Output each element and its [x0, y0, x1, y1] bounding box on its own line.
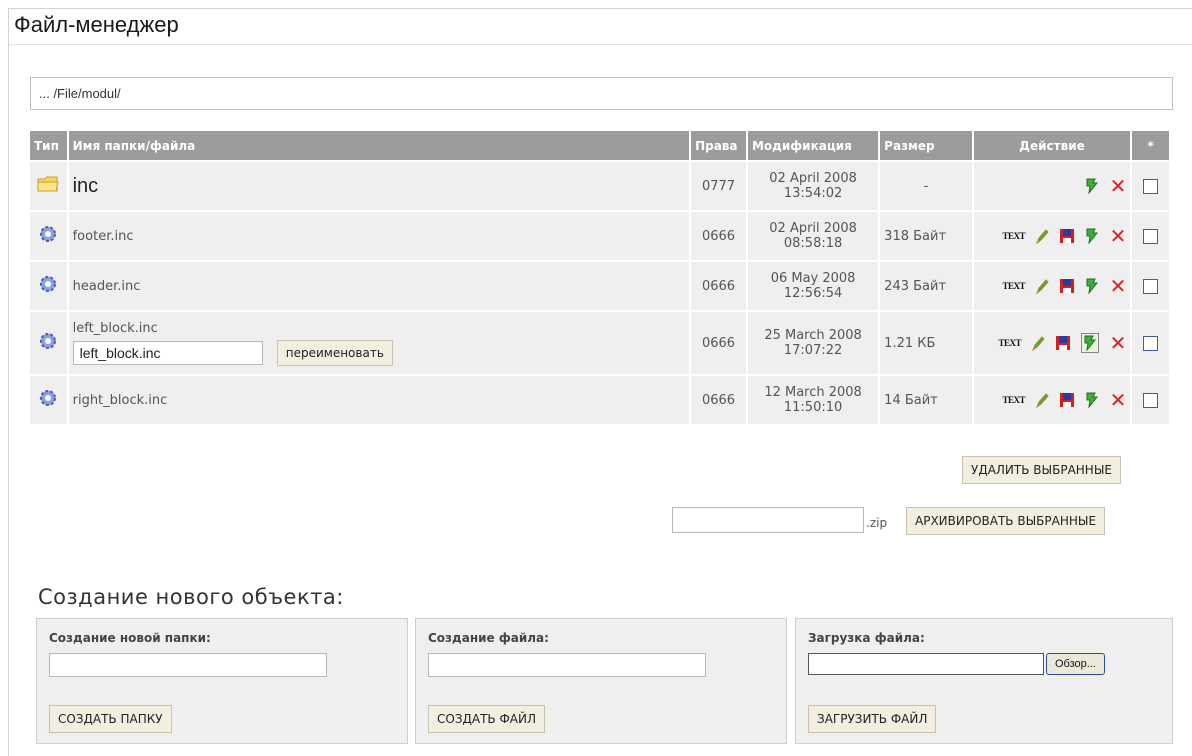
delete-icon[interactable]: ✕ — [1110, 226, 1127, 246]
table-row: right_block.inc 0666 12 March 2008 11:50:… — [30, 376, 1169, 424]
text-view-icon[interactable]: TEXT — [1003, 281, 1026, 291]
col-select: * — [1132, 131, 1169, 160]
table-row: footer.inc 0666 02 April 2008 08:58:18 31… — [30, 212, 1169, 260]
delete-icon[interactable]: ✕ — [1110, 390, 1127, 410]
mod-date: 06 May 2008 — [770, 271, 856, 286]
edit-pencil-icon[interactable] — [1035, 228, 1049, 244]
create-file-panel: Создание файла: СОЗДАТЬ ФАЙЛ — [415, 618, 787, 744]
row-checkbox[interactable] — [1143, 228, 1159, 244]
col-size: Размер — [880, 131, 972, 160]
col-name: Имя папки/файла — [68, 131, 690, 160]
table-row: left_block.inc переименовать 0666 25 Mar… — [30, 312, 1169, 374]
perms-cell: 0666 — [691, 312, 746, 374]
gear-file-icon — [40, 390, 57, 406]
text-view-icon[interactable]: TEXT — [1003, 231, 1026, 241]
col-perms: Права — [691, 131, 746, 160]
mod-date: 02 April 2008 — [769, 221, 857, 236]
rename-icon — [1084, 335, 1097, 351]
delete-icon[interactable]: ✕ — [1110, 176, 1127, 196]
gear-file-icon — [40, 276, 57, 292]
upload-file-label: Загрузка файла: — [808, 631, 925, 645]
file-table: Тип Имя папки/файла Права Модификация Ра… — [28, 129, 1171, 426]
gear-file-icon — [40, 333, 57, 349]
mod-time: 17:07:22 — [783, 343, 843, 358]
table-row: header.inc 0666 06 May 2008 12:56:54 243 … — [30, 262, 1169, 310]
mod-date: 02 April 2008 — [769, 171, 857, 186]
size-cell: 318 Байт — [880, 212, 972, 260]
size-cell: 243 Байт — [880, 262, 972, 310]
create-section-title: Создание нового объекта: — [38, 585, 344, 609]
folder-name-input[interactable] — [49, 653, 327, 677]
save-icon[interactable] — [1055, 335, 1071, 351]
delete-selected-button[interactable]: УДАЛИТЬ ВЫБРАННЫЕ — [962, 456, 1121, 484]
file-name-link[interactable]: right_block.inc — [73, 393, 168, 408]
create-folder-panel: Создание новой папки: СОЗДАТЬ ПАПКУ — [36, 618, 408, 744]
rename-icon[interactable] — [1085, 278, 1099, 294]
perms-cell: 0666 — [691, 262, 746, 310]
perms-cell: 0666 — [691, 212, 746, 260]
file-name-input[interactable] — [428, 653, 706, 677]
rename-icon-active[interactable] — [1081, 333, 1100, 353]
row-checkbox[interactable] — [1143, 392, 1159, 408]
mod-date: 12 March 2008 — [764, 385, 862, 400]
text-view-icon[interactable]: TEXT — [1003, 395, 1026, 405]
perms-cell: 0777 — [691, 162, 746, 210]
create-file-button[interactable]: СОЗДАТЬ ФАЙЛ — [428, 705, 546, 733]
create-file-label: Создание файла: — [428, 631, 549, 645]
size-cell: 1.21 КБ — [880, 312, 972, 374]
upload-file-button[interactable]: ЗАГРУЗИТЬ ФАЙЛ — [808, 705, 937, 733]
create-folder-button[interactable]: СОЗДАТЬ ПАПКУ — [49, 705, 172, 733]
edit-pencil-icon[interactable] — [1031, 335, 1045, 351]
zip-suffix-label: .zip — [866, 516, 888, 530]
mod-time: 13:54:02 — [783, 186, 843, 201]
upload-file-input[interactable] — [808, 653, 1044, 675]
rename-button[interactable]: переименовать — [276, 339, 393, 366]
create-folder-label: Создание новой папки: — [49, 631, 211, 645]
archive-selected-button[interactable]: АРХИВИРОВАТЬ ВЫБРАННЫЕ — [906, 507, 1106, 535]
col-action: Действие — [973, 131, 1131, 160]
edit-pencil-icon[interactable] — [1035, 278, 1049, 294]
edit-pencil-icon[interactable] — [1035, 392, 1049, 408]
row-checkbox[interactable] — [1143, 278, 1159, 294]
save-icon[interactable] — [1059, 228, 1075, 244]
mod-time: 12:56:54 — [783, 286, 843, 301]
gear-file-icon — [40, 226, 57, 242]
mod-date: 25 March 2008 — [764, 328, 862, 343]
page-title: Файл-менеджер — [14, 12, 179, 37]
row-checkbox[interactable] — [1143, 335, 1159, 351]
archive-name-input[interactable] — [672, 507, 864, 533]
mod-time: 11:50:10 — [783, 400, 843, 415]
upload-file-panel: Загрузка файла: Обзор... ЗАГРУЗИТЬ ФАЙЛ — [795, 618, 1173, 744]
rename-icon[interactable] — [1085, 178, 1099, 194]
text-view-icon[interactable]: TEXT — [999, 338, 1022, 348]
table-header-row: Тип Имя папки/файла Права Модификация Ра… — [30, 131, 1169, 160]
delete-icon[interactable]: ✕ — [1110, 333, 1127, 353]
perms-cell: 0666 — [691, 376, 746, 424]
size-cell: 14 Байт — [880, 376, 972, 424]
col-type: Тип — [30, 131, 67, 160]
path-bar[interactable]: ... /File/modul/ — [30, 77, 1173, 110]
save-icon[interactable] — [1059, 278, 1075, 294]
browse-button[interactable]: Обзор... — [1046, 653, 1105, 675]
table-row: inc 0777 02 April 2008 13:54:02 - ✕ — [30, 162, 1169, 210]
folder-name-link[interactable]: inc — [73, 175, 99, 197]
file-name-link[interactable]: left_block.inc — [73, 321, 685, 336]
folder-icon — [37, 176, 59, 192]
rename-input[interactable] — [72, 340, 263, 365]
delete-icon[interactable]: ✕ — [1110, 276, 1127, 296]
col-modified: Модификация — [747, 131, 879, 160]
mod-time: 08:58:18 — [783, 236, 843, 251]
file-name-link[interactable]: footer.inc — [73, 229, 134, 244]
save-icon[interactable] — [1059, 392, 1075, 408]
rename-icon[interactable] — [1085, 392, 1099, 408]
file-name-link[interactable]: header.inc — [73, 279, 141, 294]
title-divider — [9, 44, 1192, 45]
size-cell: - — [880, 162, 972, 210]
rename-icon[interactable] — [1085, 228, 1099, 244]
row-checkbox[interactable] — [1143, 178, 1159, 194]
